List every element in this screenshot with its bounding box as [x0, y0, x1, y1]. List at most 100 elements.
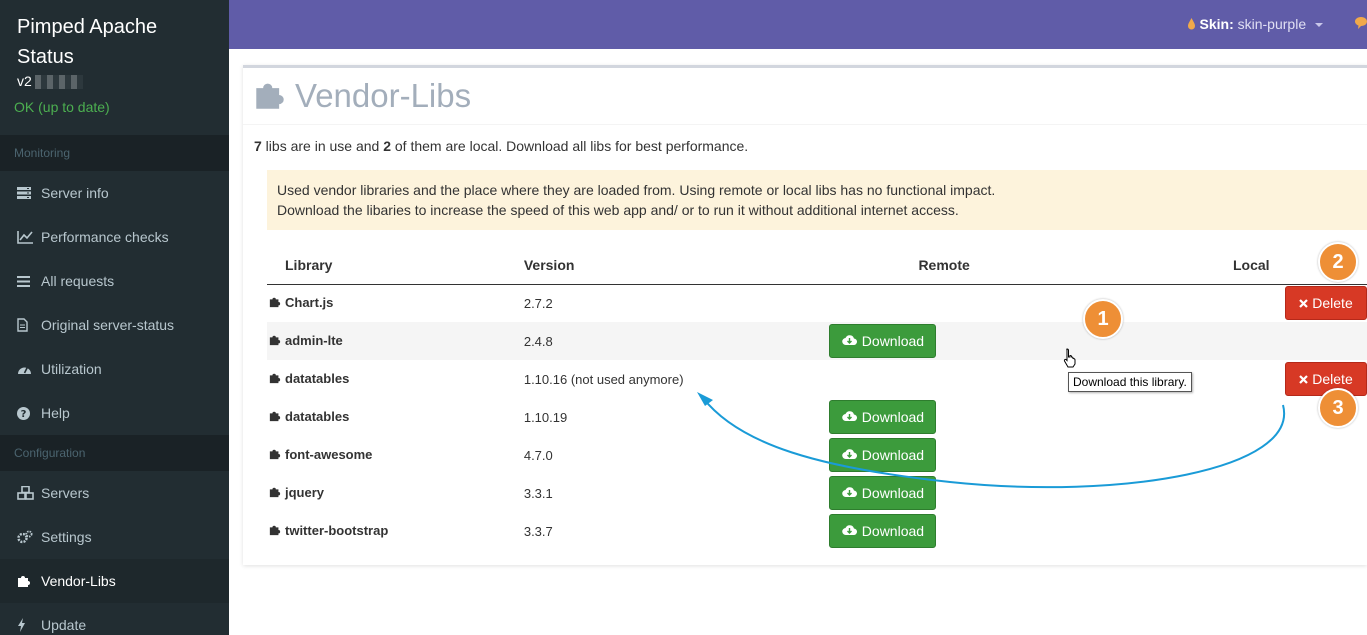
sidebar-item-servers[interactable]: Servers: [0, 471, 229, 515]
libs-summary: 7 libs are in use and 2 of them are loca…: [254, 138, 749, 154]
app-title[interactable]: Pimped Apache Status: [17, 12, 215, 72]
step-badge-1: 1: [1083, 299, 1123, 339]
sidebar-item-settings[interactable]: Settings: [0, 515, 229, 559]
download-tooltip: Download this library.: [1068, 372, 1192, 392]
puzzle-icon: [269, 448, 281, 463]
library-version: 1.10.19: [523, 409, 568, 425]
sidebar: Pimped Apache Status v2 OK (up to date) …: [0, 0, 229, 635]
download-button[interactable]: Download: [829, 514, 937, 548]
server-icon: [17, 187, 41, 199]
remote-cell: Download: [798, 398, 1064, 436]
cloud-download-icon: [842, 485, 862, 501]
remote-cell: [798, 360, 1064, 398]
library-version: 1.10.16 (not used anymore): [523, 371, 684, 387]
sidebar-item-performance-checks[interactable]: Performance checks: [0, 215, 229, 259]
library-name: jquery: [285, 485, 325, 500]
column-header-library: Library: [267, 246, 506, 285]
library-name: admin-lte: [285, 333, 343, 348]
download-button[interactable]: Download: [829, 324, 937, 358]
puzzle-icon: [269, 410, 281, 425]
column-header-remote: Remote: [798, 246, 1064, 285]
sidebar-item-help[interactable]: ? Help: [0, 391, 229, 435]
local-cell: [1064, 474, 1367, 512]
download-button[interactable]: Download: [829, 400, 937, 434]
vendor-libs-box: Vendor-Libs 7 libs are in use and 2 of t…: [243, 65, 1367, 565]
puzzle-icon: [269, 372, 281, 387]
cubes-icon: [17, 486, 41, 500]
remote-cell: Download: [798, 512, 1064, 550]
library-name: datatables: [285, 371, 350, 386]
sidebar-item-all-requests[interactable]: All requests: [0, 259, 229, 303]
box-header: Vendor-Libs: [243, 68, 1367, 125]
download-button[interactable]: Download: [829, 476, 937, 510]
table-row: jquery 3.3.1 Download: [267, 474, 1367, 512]
help-icon: ?: [17, 406, 41, 420]
table-row: datatables 1.10.19 Download: [267, 398, 1367, 436]
document-icon: [17, 318, 41, 332]
library-version: 4.7.0: [523, 447, 553, 463]
local-cell: [1064, 436, 1367, 474]
app-version: v2: [17, 72, 215, 90]
cloud-download-icon: [842, 447, 862, 463]
bolt-icon: [17, 618, 41, 632]
library-name: twitter-bootstrap: [285, 523, 389, 538]
list-icon: [17, 275, 41, 287]
cloud-download-icon: [842, 409, 862, 425]
library-version: 3.3.7: [523, 523, 553, 539]
table-row: admin-lte 2.4.8 Download: [267, 322, 1367, 360]
puzzle-icon: [253, 79, 287, 114]
library-name: font-awesome: [285, 447, 373, 462]
menu-section-monitoring: Monitoring: [0, 135, 229, 171]
vendor-libs-table: Library Version Remote Local Chart.js 2.…: [267, 246, 1367, 550]
table-row: Chart.js 2.7.2 Delete: [267, 284, 1367, 322]
library-version: 3.3.1: [523, 485, 553, 501]
puzzle-icon: [269, 524, 281, 539]
step-badge-3: 3: [1318, 388, 1358, 428]
remote-cell: [798, 284, 1064, 322]
blurred-version-number: [34, 75, 83, 90]
step-badge-2: 2: [1318, 242, 1358, 282]
table-row: twitter-bootstrap 3.3.7 Download: [267, 512, 1367, 550]
content-wrapper: Vendor-Libs 7 libs are in use and 2 of t…: [229, 49, 1367, 635]
column-header-version: Version: [505, 246, 799, 285]
delete-button[interactable]: Delete: [1285, 286, 1367, 321]
menu-section-configuration: Configuration: [0, 435, 229, 471]
cloud-download-icon: [842, 523, 862, 539]
sidebar-item-server-info[interactable]: Server info: [0, 171, 229, 215]
top-navbar: Skin: skin-purple: [229, 0, 1367, 49]
cloud-download-icon: [842, 333, 862, 349]
cogs-icon: [17, 530, 41, 544]
remote-cell: Download: [798, 436, 1064, 474]
mouse-pointer-icon: [1063, 348, 1077, 371]
puzzle-icon: [17, 574, 41, 588]
update-status: OK (up to date): [14, 99, 110, 115]
drop-icon: [1187, 16, 1196, 32]
download-button[interactable]: Download: [829, 438, 937, 472]
library-version: 2.4.8: [505, 322, 799, 360]
remote-cell: Download: [798, 474, 1064, 512]
close-icon: [1299, 371, 1312, 387]
library-name: Chart.js: [285, 295, 334, 311]
dashboard-icon: [17, 363, 41, 375]
page-title: Vendor-Libs: [295, 77, 472, 114]
table-row: font-awesome 4.7.0 Download: [267, 436, 1367, 474]
info-callout: Used vendor libraries and the place wher…: [267, 170, 1367, 230]
puzzle-icon: [269, 334, 281, 349]
sidebar-item-update[interactable]: Update: [0, 603, 229, 635]
svg-text:?: ?: [21, 409, 27, 420]
close-icon: [1299, 295, 1312, 311]
library-name: datatables: [285, 409, 350, 424]
line-chart-icon: [17, 230, 41, 244]
table-row: datatables 1.10.16 (not used anymore) De…: [267, 360, 1367, 398]
skin-dropdown[interactable]: Skin: skin-purple: [1187, 16, 1323, 32]
sidebar-item-utilization[interactable]: Utilization: [0, 347, 229, 391]
puzzle-icon: [269, 486, 281, 501]
remote-cell: Download: [798, 322, 1064, 360]
chevron-down-icon: [1315, 23, 1323, 28]
comment-icon[interactable]: [1355, 16, 1367, 30]
sidebar-item-vendor-libs[interactable]: Vendor-Libs: [0, 559, 229, 603]
sidebar-item-original-server-status[interactable]: Original server-status: [0, 303, 229, 347]
brand: Pimped Apache Status v2 OK (up to date): [0, 0, 229, 135]
library-version: 2.7.2: [523, 295, 553, 311]
table-header-row: Library Version Remote Local: [267, 246, 1367, 285]
